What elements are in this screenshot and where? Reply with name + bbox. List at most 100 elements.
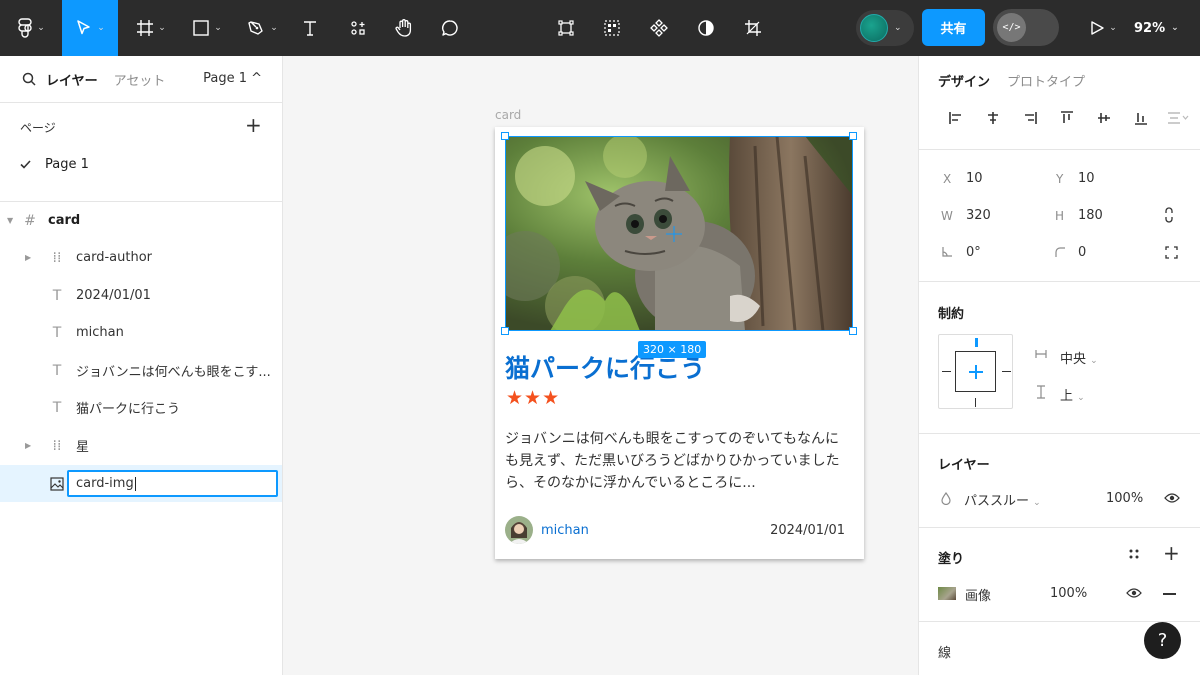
comment-tool-button[interactable] — [436, 0, 464, 56]
card-author[interactable]: michan — [505, 516, 589, 544]
eye-icon[interactable] — [1126, 587, 1142, 599]
fill-section: 塗り + 画像 100% — [919, 528, 1200, 622]
zoom-menu[interactable]: 92% ⌄ — [1134, 0, 1179, 56]
horizontal-constraint-select[interactable]: 中央 ⌄ — [1060, 348, 1098, 367]
move-tool-button[interactable]: ⌄ — [62, 0, 118, 56]
layer-row-card-author[interactable]: ▶ ⁞⁞ card-author — [0, 239, 282, 276]
main-menu-button[interactable]: ⌄ — [8, 0, 54, 56]
layer-row-body[interactable]: T ジョバンニは何べんも眼をこす... — [0, 352, 282, 389]
corner-radius-input[interactable]: 0 — [1078, 245, 1086, 260]
constraint-left-bar[interactable] — [942, 371, 951, 372]
constraint-bottom-bar[interactable] — [975, 398, 976, 407]
collapse-arrow-icon[interactable]: ▼ — [7, 216, 13, 225]
align-top-icon[interactable] — [1048, 111, 1085, 125]
auto-layout-button[interactable] — [598, 0, 626, 56]
search-icon[interactable] — [22, 72, 36, 86]
layer-opacity-input[interactable]: 100% — [1106, 491, 1143, 506]
tab-assets[interactable]: アセット — [114, 70, 166, 89]
card-image[interactable] — [505, 136, 853, 331]
layer-row-title[interactable]: T 猫パークに行こう — [0, 389, 282, 426]
crop-button[interactable] — [739, 0, 767, 56]
dev-mode-toggle[interactable]: </> — [993, 9, 1059, 46]
page-item[interactable]: Page 1 — [20, 157, 89, 172]
star-rating[interactable]: ★★★ — [506, 387, 560, 409]
constrain-proportions-icon[interactable] — [1164, 207, 1174, 223]
align-bottom-icon[interactable] — [1122, 111, 1159, 125]
image-fill-swatch[interactable] — [938, 587, 956, 600]
multiplayer-avatar[interactable]: ⌄ — [856, 10, 914, 46]
rotation-input[interactable]: 0° — [966, 245, 981, 260]
x-input[interactable]: 10 — [966, 171, 983, 186]
pages-section: ページ + Page 1 — [0, 103, 282, 202]
shape-tool-button[interactable]: ⌄ — [184, 0, 230, 56]
text-icon: T — [52, 287, 62, 304]
layer-row-card-img[interactable]: card-img — [0, 465, 282, 502]
independent-corners-icon[interactable] — [1165, 246, 1178, 259]
frame-selection-icon — [558, 20, 574, 36]
constraint-center-icon[interactable] — [967, 363, 985, 381]
blend-drop-icon — [941, 492, 951, 505]
width-input[interactable]: 320 — [966, 208, 991, 223]
kitten-photo — [505, 136, 853, 331]
chevron-down-icon: ⌄ — [1033, 498, 1041, 508]
tab-layers[interactable]: レイヤー — [46, 70, 98, 89]
mask-button[interactable] — [692, 0, 720, 56]
frame-label[interactable]: card — [495, 108, 521, 122]
constraint-top-bar[interactable] — [975, 338, 978, 347]
expand-arrow-icon[interactable]: ▶ — [25, 253, 31, 262]
card-frame[interactable]: 猫パークに行こう 320 × 180 ★★★ ジョバンニは何べんも眼をこすっての… — [495, 127, 864, 559]
code-icon: </> — [997, 13, 1026, 42]
resources-button[interactable] — [344, 0, 372, 56]
constraint-right-bar[interactable] — [1002, 371, 1011, 372]
create-component-button[interactable] — [552, 0, 580, 56]
add-fill-icon[interactable]: + — [1163, 541, 1180, 565]
height-input[interactable]: 180 — [1078, 208, 1103, 223]
card-date[interactable]: 2024/01/01 — [770, 523, 845, 538]
eye-icon[interactable] — [1164, 492, 1180, 504]
distribute-icon[interactable] — [1159, 111, 1196, 125]
component-button[interactable] — [645, 0, 673, 56]
tab-prototype[interactable]: プロトタイプ — [1007, 71, 1085, 90]
chevron-down-icon: ⌄ — [1109, 23, 1117, 33]
frame-tool-button[interactable]: ⌄ — [128, 0, 174, 56]
play-icon — [1091, 21, 1104, 35]
layer-row-card[interactable]: ▼ # card — [0, 202, 282, 239]
page-select[interactable]: Page 1 ^ — [203, 71, 262, 86]
share-button[interactable]: 共有 — [922, 9, 985, 46]
layer-row-author[interactable]: T michan — [0, 314, 282, 351]
comment-icon — [442, 20, 458, 36]
expand-arrow-icon[interactable]: ▶ — [25, 441, 31, 450]
tab-design[interactable]: デザイン — [938, 71, 990, 90]
fill-opacity-input[interactable]: 100% — [1050, 586, 1087, 601]
corner-radius-icon — [1055, 247, 1065, 257]
card-body-text[interactable]: ジョバンニは何べんも眼をこすってのぞいてもなんにも見えず、ただ黒いびろうどばかり… — [505, 428, 851, 494]
page-item-label: Page 1 — [45, 157, 89, 172]
hand-tool-button[interactable] — [390, 0, 418, 56]
align-left-icon[interactable] — [937, 111, 974, 125]
layer-rename-input[interactable]: card-img — [67, 470, 278, 497]
canvas[interactable]: card 猫パークに行こう 320 × 180 ★★★ ジョバンニは何べんも眼を… — [284, 56, 918, 675]
add-page-button[interactable]: + — [245, 113, 262, 137]
author-avatar — [505, 516, 533, 544]
pen-tool-button[interactable]: ⌄ — [240, 0, 286, 56]
align-center-v-icon[interactable] — [1085, 111, 1122, 125]
help-button[interactable]: ? — [1144, 622, 1181, 659]
present-button[interactable]: ⌄ — [1084, 0, 1122, 56]
fill-type[interactable]: 画像 — [965, 585, 991, 604]
align-right-icon[interactable] — [1011, 111, 1048, 125]
chevron-down-icon: ⌄ — [37, 23, 45, 33]
align-center-h-icon[interactable] — [974, 111, 1011, 125]
y-input[interactable]: 10 — [1078, 171, 1095, 186]
layer-name: card — [48, 213, 81, 228]
text-tool-button[interactable] — [296, 0, 324, 56]
style-dots-icon[interactable] — [1128, 548, 1140, 560]
rotation-icon — [942, 247, 952, 257]
blend-mode-select[interactable]: パススルー ⌄ — [964, 490, 1041, 509]
remove-fill-icon[interactable] — [1163, 593, 1176, 595]
layer-row-date[interactable]: T 2024/01/01 — [0, 277, 282, 314]
figma-logo-icon — [18, 18, 32, 38]
pages-title: ページ — [20, 121, 56, 135]
layer-row-stars[interactable]: ▶ ⁞⁞ 星 — [0, 427, 282, 464]
vertical-constraint-select[interactable]: 上 ⌄ — [1060, 385, 1085, 404]
constraint-widget[interactable] — [938, 334, 1013, 409]
